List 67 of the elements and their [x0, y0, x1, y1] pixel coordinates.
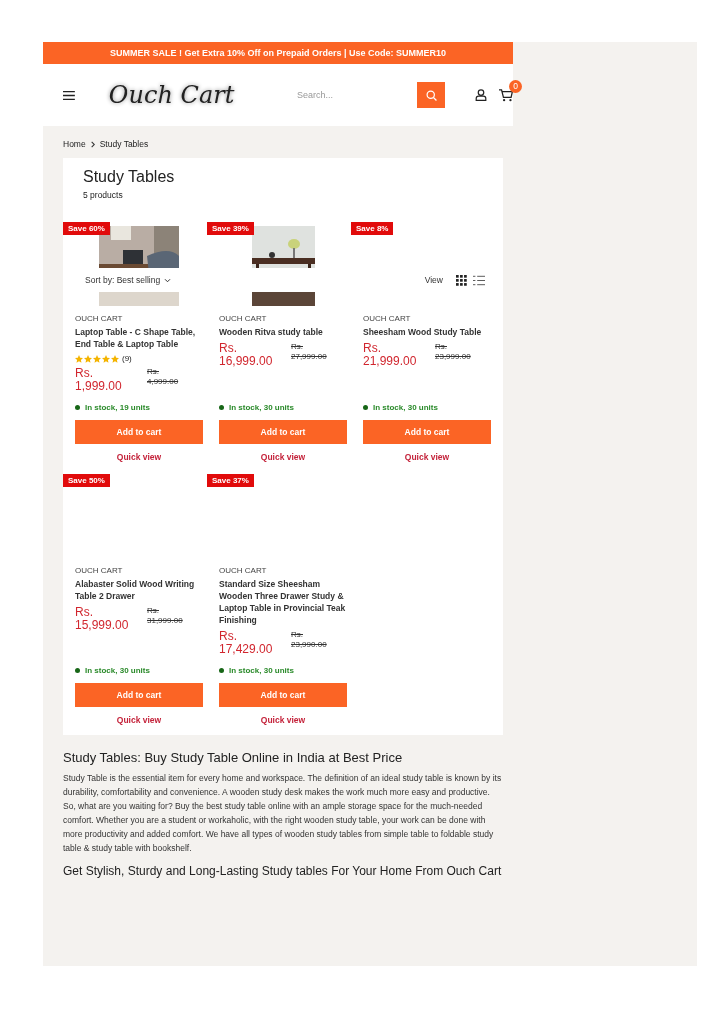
- quick-view-link[interactable]: Quick view: [116, 452, 162, 462]
- breadcrumb-link[interactable]: Home: [63, 139, 86, 149]
- product-title[interactable]: Standard Size Sheesham Wooden Three Drawer Study & Laptop Table in Provincial Teak Finishing: [219, 578, 347, 626]
- description-paragraph: Study Table is the essential item for every home and workspace. The definition of an ideal study table is known by its durability, comfortability and convenience. A wooden study desk makes the work much more easy and productive. So, what are you waiting for? Buy the best study table online with an ample storage space for the much-needed comfort. Whether you are a student or workaholic, with the right wooden study table, your work can be done with more productivity and added comfort. We have all types of wooden study tables from simple table to foldable study table & study table with bookshelf.: [63, 772, 503, 855]
- discount-badge: Save 60%: [63, 222, 110, 235]
- vendor-name: OUCH CART: [219, 314, 268, 323]
- sale-price: Rs. 21,999.00: [363, 342, 418, 368]
- account-icon[interactable]: [475, 89, 487, 101]
- discount-badge: Save 39%: [207, 222, 254, 235]
- discount-badge: Save 50%: [63, 474, 110, 487]
- vendor-name: OUCH CART: [219, 566, 268, 575]
- compare-price: Rs. 27,999.00: [291, 342, 328, 362]
- section-subheading: Get Stylish, Sturdy and Long-Lasting Study tables For Your Home From Ouch Cart: [63, 863, 503, 880]
- sort-dropdown[interactable]: Sort by: Best selling: [85, 275, 172, 285]
- sale-price: Rs. 16,999.00: [219, 342, 274, 368]
- collection-title: Study Tables: [83, 168, 176, 186]
- grid-view-icon[interactable]: [456, 274, 467, 286]
- stock-status: In stock, 30 units: [229, 666, 294, 675]
- product-title[interactable]: Sheesham Wood Study Table: [363, 326, 491, 338]
- product-title[interactable]: Laptop Table - C Shape Table, End Table & Laptop Table: [75, 326, 203, 350]
- sale-price: Rs. 17,429.00: [219, 630, 274, 656]
- add-to-cart-button[interactable]: Add to cart: [363, 420, 491, 444]
- breadcrumb-current: Study Tables: [99, 139, 149, 149]
- stock-dot: [75, 405, 80, 410]
- cart-count: 0: [509, 79, 522, 93]
- quick-view-link[interactable]: Quick view: [260, 452, 306, 462]
- compare-price: Rs. 23,999.00: [435, 342, 472, 362]
- add-to-cart-button[interactable]: Add to cart: [75, 683, 203, 707]
- cart-icon[interactable]: [499, 88, 513, 102]
- quick-view-link[interactable]: Quick view: [260, 715, 306, 725]
- product-title[interactable]: Wooden Ritva study table: [219, 326, 347, 338]
- vendor-name: OUCH CART: [363, 314, 412, 323]
- compare-price: Rs. 23,990.00: [291, 630, 328, 650]
- caret-icon: [164, 277, 172, 283]
- quick-view-link[interactable]: Quick view: [116, 715, 162, 725]
- product-count: 5 products: [83, 190, 124, 200]
- logo[interactable]: Ouch Cart: [108, 81, 267, 109]
- stock-dot: [75, 668, 80, 673]
- search-field[interactable]: Search...: [297, 83, 417, 107]
- discount-badge: Save 37%: [207, 474, 254, 487]
- stock-dot: [363, 405, 368, 410]
- announcement-bar: SUMMER SALE ! Get Extra 10% Off on Prepaid Orders | Use Code: SUMMER10: [43, 42, 513, 64]
- chevron-right-icon: [90, 140, 95, 148]
- stock-dot: [219, 405, 224, 410]
- section-heading: Study Tables: Buy Study Table Online in India at Best Price: [63, 749, 404, 767]
- sale-price: Rs. 1,999.00: [75, 367, 123, 393]
- vendor-name: OUCH CART: [75, 566, 124, 575]
- stock-dot: [219, 668, 224, 673]
- stock-status: In stock, 19 units: [85, 403, 150, 412]
- sale-price: Rs. 15,999.00: [75, 606, 130, 632]
- review-count: (9): [122, 354, 132, 363]
- view-label: View: [424, 275, 443, 285]
- add-to-cart-button[interactable]: Add to cart: [219, 420, 347, 444]
- stock-status: In stock, 30 units: [229, 403, 294, 412]
- product-title[interactable]: Alabaster Solid Wood Writing Table 2 Drawer: [75, 578, 203, 602]
- discount-badge: Save 8%: [351, 222, 394, 235]
- compare-price: Rs. 31,999.00: [147, 606, 184, 626]
- stock-status: In stock, 30 units: [85, 666, 150, 675]
- menu-icon[interactable]: [63, 90, 75, 100]
- vendor-name: OUCH CART: [75, 314, 124, 323]
- add-to-cart-button[interactable]: Add to cart: [219, 683, 347, 707]
- compare-price: Rs. 4,999.00: [147, 367, 180, 387]
- quick-view-link[interactable]: Quick view: [404, 452, 450, 462]
- add-to-cart-button[interactable]: Add to cart: [75, 420, 203, 444]
- stock-status: In stock, 30 units: [373, 403, 438, 412]
- search-icon: [425, 89, 437, 101]
- list-view-icon[interactable]: [473, 274, 485, 286]
